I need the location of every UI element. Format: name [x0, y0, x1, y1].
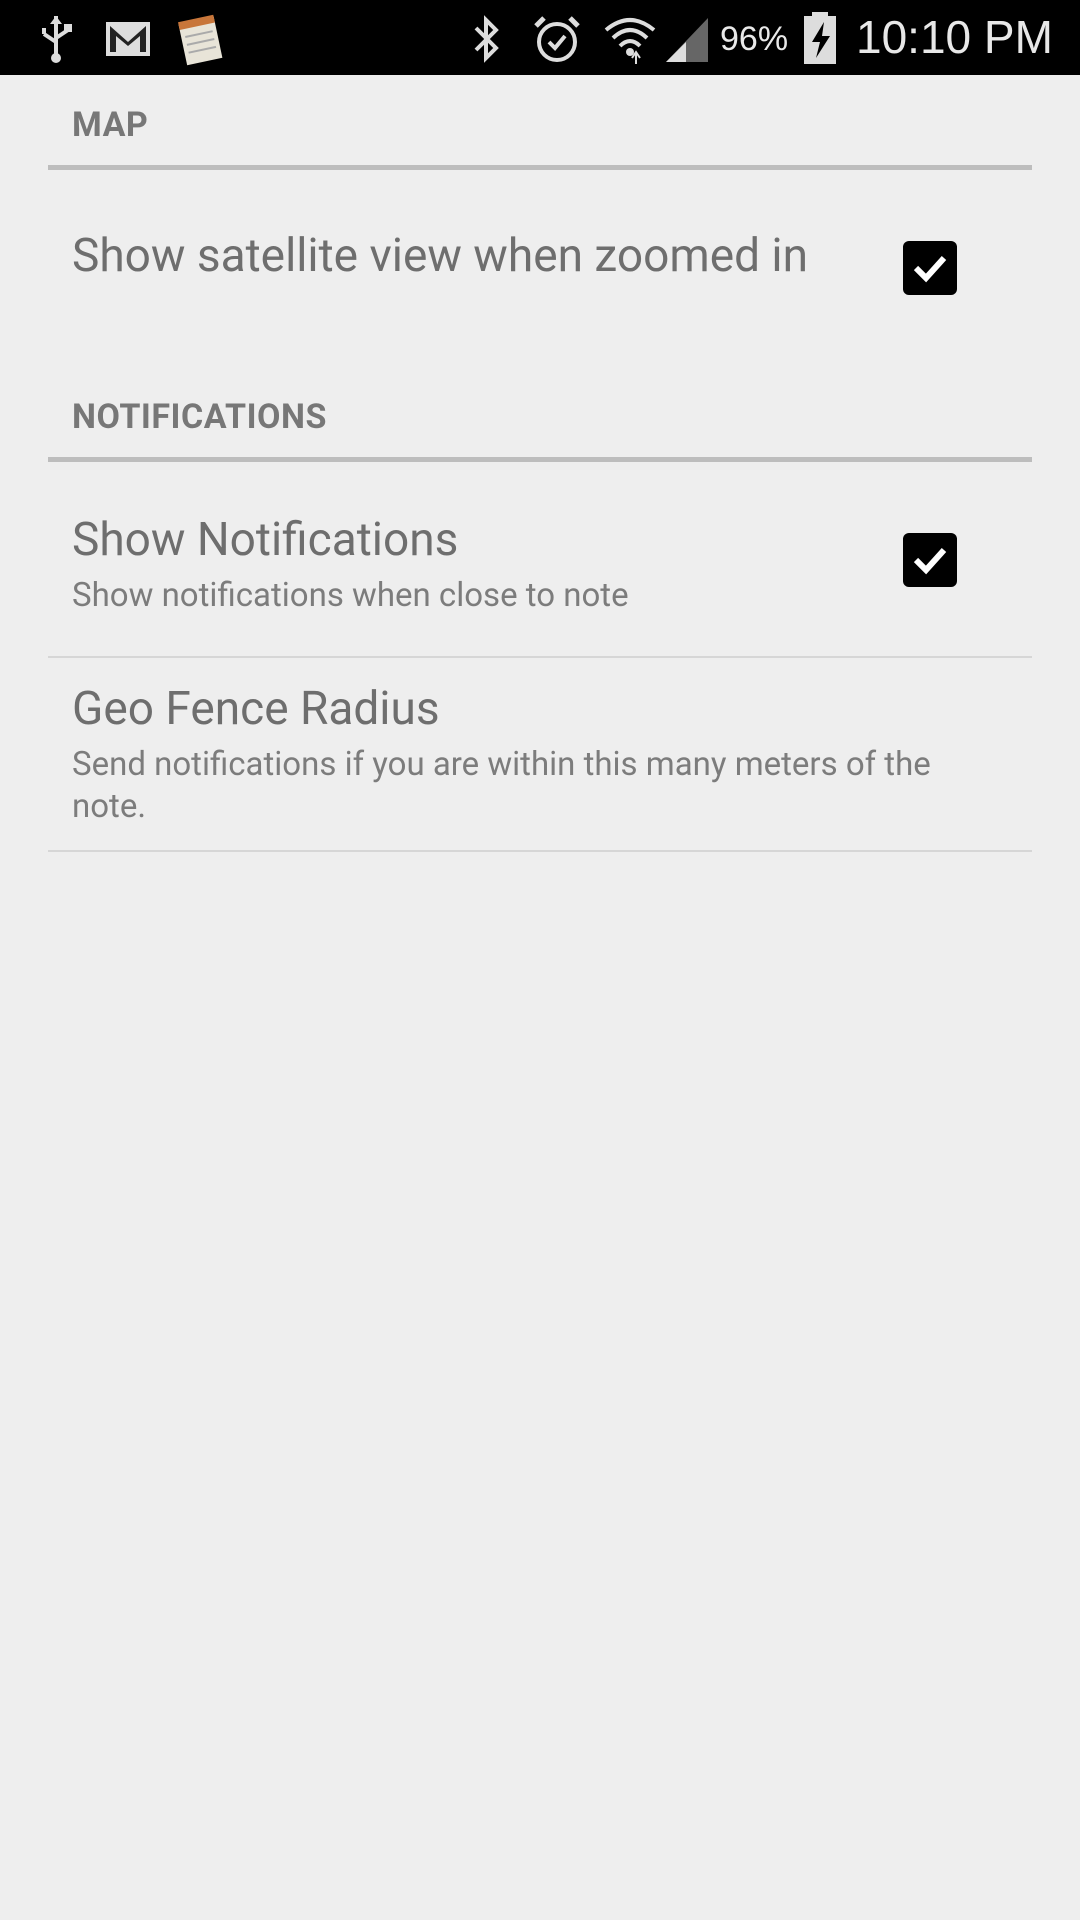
- section-divider-notifications: [48, 457, 1032, 462]
- wifi-icon: [604, 18, 656, 64]
- pref-summary: Send notifications if you are within thi…: [72, 745, 931, 826]
- battery-charging-icon: [804, 12, 836, 64]
- usb-icon: [42, 16, 72, 63]
- status-bar: 96% 10:10 PM: [0, 0, 1080, 75]
- pref-satellite-view[interactable]: Show satellite view when zoomed in: [48, 175, 1032, 345]
- checkmark-icon: [913, 547, 947, 575]
- alarm-icon: [534, 16, 580, 62]
- section-header-map: MAP: [72, 105, 149, 145]
- pref-summary: Show notifications when close to note: [72, 576, 629, 615]
- clock: 10:10 PM: [856, 11, 1053, 63]
- pref-show-notifications[interactable]: Show Notifications Show notifications wh…: [48, 467, 1032, 657]
- signal-icon: [666, 18, 708, 62]
- gmail-icon: [106, 22, 150, 56]
- checkmark-icon: [913, 255, 947, 283]
- notes-app-icon: [178, 14, 223, 66]
- pref-geo-fence-radius[interactable]: Geo Fence Radius Send notifications if y…: [48, 658, 1032, 848]
- bluetooth-icon: [474, 15, 499, 63]
- battery-percentage: 96%: [720, 20, 789, 58]
- satellite-view-checkbox[interactable]: [903, 241, 957, 295]
- section-divider-map: [48, 165, 1032, 170]
- pref-title: Show Notifications: [72, 513, 459, 567]
- section-header-notifications: NOTIFICATIONS: [72, 397, 327, 437]
- row-divider: [48, 850, 1032, 852]
- show-notifications-checkbox[interactable]: [903, 533, 957, 587]
- pref-title: Geo Fence Radius: [72, 682, 440, 736]
- pref-title: Show satellite view when zoomed in: [72, 229, 809, 283]
